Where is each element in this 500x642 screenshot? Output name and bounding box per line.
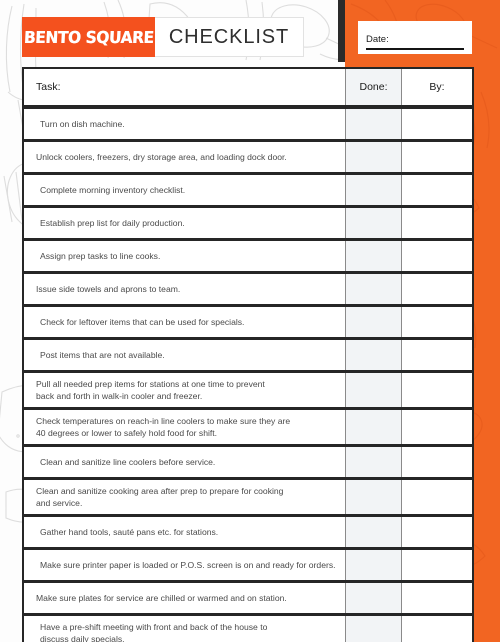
by-initials-cell[interactable] bbox=[402, 274, 472, 304]
done-checkbox-cell[interactable] bbox=[346, 208, 402, 238]
task-cell: Complete morning inventory checklist. bbox=[24, 175, 346, 205]
table-row: Check for leftover items that can be use… bbox=[22, 305, 474, 338]
column-header-task: Task: bbox=[24, 69, 346, 105]
task-text: Check temperatures on reach-in line cool… bbox=[36, 415, 291, 438]
table-row: Issue side towels and aprons to team. bbox=[22, 272, 474, 305]
done-checkbox-cell[interactable] bbox=[346, 373, 402, 407]
task-text: Complete morning inventory checklist. bbox=[40, 184, 186, 195]
done-checkbox-cell[interactable] bbox=[346, 616, 402, 642]
document-title-box: CHECKLIST bbox=[155, 17, 304, 57]
by-initials-cell[interactable] bbox=[402, 517, 472, 547]
task-cell: Establish prep list for daily production… bbox=[24, 208, 346, 238]
done-checkbox-cell[interactable] bbox=[346, 410, 402, 444]
document-header: BENTO SQUARE CHECKLIST bbox=[22, 17, 304, 57]
by-initials-cell[interactable] bbox=[402, 447, 472, 477]
column-header-done-label: Done: bbox=[359, 81, 388, 93]
checklist-table: Task: Done: By: Turn on dish machine. Unl… bbox=[22, 67, 474, 642]
task-text: Issue side towels and aprons to team. bbox=[36, 283, 181, 294]
by-initials-cell[interactable] bbox=[402, 241, 472, 271]
table-row: Assign prep tasks to line cooks. bbox=[22, 239, 474, 272]
done-checkbox-cell[interactable] bbox=[346, 517, 402, 547]
by-initials-cell[interactable] bbox=[402, 175, 472, 205]
brand-logo-text: BENTO SQUARE bbox=[23, 27, 154, 47]
table-row: Make sure printer paper is loaded or P.O… bbox=[22, 548, 474, 581]
by-initials-cell[interactable] bbox=[402, 480, 472, 514]
column-header-by: By: bbox=[402, 69, 472, 105]
table-header-row: Task: Done: By: bbox=[22, 67, 474, 107]
task-text: Make sure plates for service are chilled… bbox=[36, 592, 287, 603]
task-text: Clean and sanitize cooking area after pr… bbox=[36, 485, 284, 508]
task-text: Check for leftover items that can be use… bbox=[40, 316, 245, 327]
date-input-rule[interactable] bbox=[366, 48, 464, 50]
by-initials-cell[interactable] bbox=[402, 340, 472, 370]
by-initials-cell[interactable] bbox=[402, 307, 472, 337]
table-row: Check temperatures on reach-in line cool… bbox=[22, 408, 474, 445]
task-text: Have a pre-shift meeting with front and … bbox=[40, 621, 268, 642]
task-cell: Gather hand tools, sauté pans etc. for s… bbox=[24, 517, 346, 547]
table-row: Gather hand tools, sauté pans etc. for s… bbox=[22, 515, 474, 548]
task-cell: Unlock coolers, freezers, dry storage ar… bbox=[24, 142, 346, 172]
table-body: Turn on dish machine. Unlock coolers, fre… bbox=[22, 107, 474, 642]
done-checkbox-cell[interactable] bbox=[346, 307, 402, 337]
by-initials-cell[interactable] bbox=[402, 142, 472, 172]
task-cell: Pull all needed prep items for stations … bbox=[24, 373, 346, 407]
task-text: Turn on dish machine. bbox=[40, 118, 125, 129]
done-checkbox-cell[interactable] bbox=[346, 274, 402, 304]
column-header-done: Done: bbox=[346, 69, 402, 105]
date-field-box[interactable]: Date: bbox=[358, 21, 472, 54]
task-cell: Check temperatures on reach-in line cool… bbox=[24, 410, 346, 444]
task-cell: Clean and sanitize cooking area after pr… bbox=[24, 480, 346, 514]
column-header-by-label: By: bbox=[429, 81, 445, 93]
date-label: Date: bbox=[366, 33, 389, 45]
task-text: Clean and sanitize line coolers before s… bbox=[40, 456, 216, 467]
table-row: Unlock coolers, freezers, dry storage ar… bbox=[22, 140, 474, 173]
table-row: Make sure plates for service are chilled… bbox=[22, 581, 474, 614]
date-field-inner: Date: bbox=[366, 29, 464, 50]
task-text: Gather hand tools, sauté pans etc. for s… bbox=[40, 526, 219, 537]
task-text: Post items that are not available. bbox=[40, 349, 165, 360]
done-checkbox-cell[interactable] bbox=[346, 550, 402, 580]
table-row: Have a pre-shift meeting with front and … bbox=[22, 614, 474, 642]
by-initials-cell[interactable] bbox=[402, 410, 472, 444]
task-text: Establish prep list for daily production… bbox=[40, 217, 185, 228]
task-cell: Check for leftover items that can be use… bbox=[24, 307, 346, 337]
done-checkbox-cell[interactable] bbox=[346, 142, 402, 172]
table-row: Post items that are not available. bbox=[22, 338, 474, 371]
task-cell: Have a pre-shift meeting with front and … bbox=[24, 616, 346, 642]
table-row: Establish prep list for daily production… bbox=[22, 206, 474, 239]
table-row: Clean and sanitize cooking area after pr… bbox=[22, 478, 474, 515]
table-row: Complete morning inventory checklist. bbox=[22, 173, 474, 206]
task-cell: Post items that are not available. bbox=[24, 340, 346, 370]
done-checkbox-cell[interactable] bbox=[346, 480, 402, 514]
by-initials-cell[interactable] bbox=[402, 583, 472, 613]
by-initials-cell[interactable] bbox=[402, 208, 472, 238]
task-text: Assign prep tasks to line cooks. bbox=[40, 250, 161, 261]
by-initials-cell[interactable] bbox=[402, 373, 472, 407]
task-cell: Turn on dish machine. bbox=[24, 109, 346, 139]
task-text: Unlock coolers, freezers, dry storage ar… bbox=[36, 151, 287, 162]
page-title: CHECKLIST bbox=[168, 25, 290, 48]
checklist-page: BENTO SQUARE CHECKLIST Date: Task: Done:… bbox=[0, 0, 500, 642]
by-initials-cell[interactable] bbox=[402, 109, 472, 139]
done-checkbox-cell[interactable] bbox=[346, 109, 402, 139]
by-initials-cell[interactable] bbox=[402, 616, 472, 642]
by-initials-cell[interactable] bbox=[402, 550, 472, 580]
task-text: Pull all needed prep items for stations … bbox=[36, 378, 265, 401]
done-checkbox-cell[interactable] bbox=[346, 340, 402, 370]
column-header-task-label: Task: bbox=[36, 81, 61, 93]
done-checkbox-cell[interactable] bbox=[346, 175, 402, 205]
brand-logo-box: BENTO SQUARE bbox=[22, 17, 155, 57]
done-checkbox-cell[interactable] bbox=[346, 447, 402, 477]
task-cell: Make sure plates for service are chilled… bbox=[24, 583, 346, 613]
table-row: Turn on dish machine. bbox=[22, 107, 474, 140]
task-cell: Make sure printer paper is loaded or P.O… bbox=[24, 550, 346, 580]
table-row: Clean and sanitize line coolers before s… bbox=[22, 445, 474, 478]
task-cell: Clean and sanitize line coolers before s… bbox=[24, 447, 346, 477]
done-checkbox-cell[interactable] bbox=[346, 241, 402, 271]
table-row: Pull all needed prep items for stations … bbox=[22, 371, 474, 408]
task-cell: Assign prep tasks to line cooks. bbox=[24, 241, 346, 271]
task-text: Make sure printer paper is loaded or P.O… bbox=[40, 559, 336, 570]
done-checkbox-cell[interactable] bbox=[346, 583, 402, 613]
task-cell: Issue side towels and aprons to team. bbox=[24, 274, 346, 304]
